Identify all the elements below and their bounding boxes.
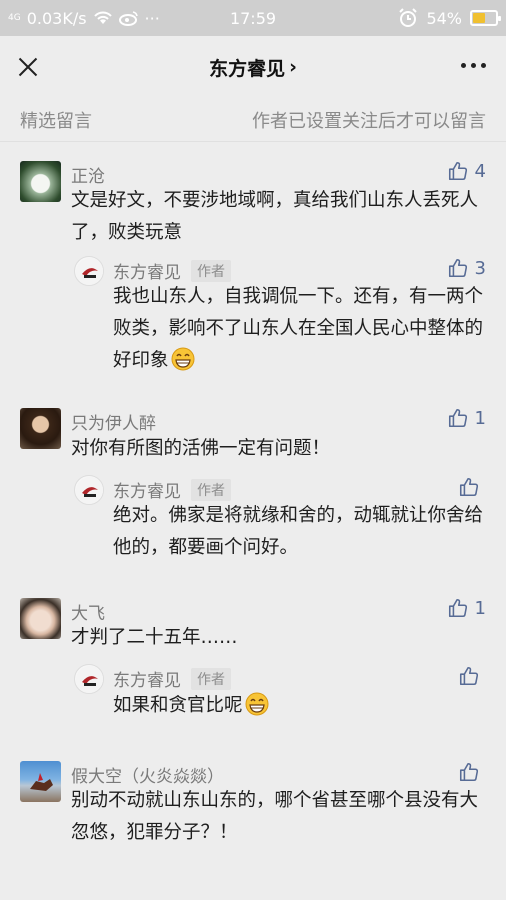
- wifi-icon: [93, 11, 112, 24]
- thumbs-up-icon: [459, 666, 479, 686]
- comment-text: 才判了二十五年……: [71, 627, 238, 648]
- reply-like-button[interactable]: [458, 665, 486, 687]
- reply-author-name: 东方睿见: [113, 671, 181, 691]
- avatar[interactable]: [20, 598, 61, 639]
- more-dots-icon: ···: [144, 8, 160, 28]
- like-count: 1: [474, 407, 486, 429]
- thumbs-up-icon: [459, 477, 479, 497]
- thumbs-up-icon: [448, 258, 467, 278]
- author-tag: 作者: [191, 667, 231, 690]
- reply-text-content: 如果和贪官比呢: [113, 695, 243, 716]
- author-tag: 作者: [191, 259, 231, 282]
- like-button[interactable]: 4: [447, 160, 486, 182]
- thumbs-up-icon: [448, 161, 467, 181]
- comments-header: 精选留言 作者已设置关注后才可以留言: [0, 98, 506, 142]
- network-speed: 0.03K/s: [26, 8, 87, 28]
- like-count: 1: [474, 597, 486, 619]
- author-avatar: [74, 475, 104, 505]
- grin-emoji: [245, 692, 269, 716]
- reply-author-name: 东方睿见: [113, 263, 181, 283]
- status-bar: 4G 0.03K/s ··· 17:59 54%: [0, 0, 506, 36]
- grin-emoji: [171, 347, 195, 371]
- comment-text: 文是好文，不要涉地域啊，真给我们山东人丢死人了，败类玩意: [71, 190, 479, 243]
- close-icon[interactable]: [14, 53, 42, 81]
- reply-text-content: 我也山东人，自我调侃一下。还有，有一两个败类，影响不了山东人在全国人民心中整体的…: [113, 286, 484, 371]
- reply-text: 如果和贪官比呢: [113, 690, 483, 722]
- reply-like-button[interactable]: [458, 476, 486, 498]
- avatar[interactable]: [20, 761, 61, 802]
- like-button[interactable]: 1: [447, 407, 486, 429]
- more-icon[interactable]: [461, 63, 486, 68]
- thumbs-up-icon: [448, 598, 467, 618]
- account-name: 东方睿见: [209, 57, 286, 80]
- like-count: 3: [474, 257, 486, 279]
- avatar[interactable]: [20, 161, 61, 202]
- reply-like-button[interactable]: 3: [447, 257, 486, 279]
- commenter-name[interactable]: 正沧: [71, 162, 105, 187]
- comment-text: 别动不动就山东山东的，哪个省甚至哪个县没有大忽悠，犯罪分子？！: [71, 790, 479, 843]
- page-title[interactable]: 东方睿见 ›: [209, 54, 297, 81]
- author-avatar: [74, 256, 104, 286]
- battery-icon: [470, 10, 501, 26]
- author-tag: 作者: [191, 478, 231, 501]
- reply-text: 我也山东人，自我调侃一下。还有，有一两个败类，影响不了山东人在全国人民心中整体的…: [113, 281, 483, 377]
- like-count: 4: [474, 160, 486, 182]
- commenter-name[interactable]: 假大空（火炎焱燚）: [71, 762, 224, 787]
- comment-text: 对你有所图的活佛一定有问题！: [71, 438, 331, 459]
- nav-bar: 东方睿见 ›: [0, 36, 506, 98]
- commenter-name[interactable]: 大飞: [71, 599, 105, 624]
- chevron-right-icon: ›: [289, 56, 297, 78]
- thumbs-up-icon: [459, 762, 479, 782]
- reply-text: 绝对。佛家是将就缘和舍的，动辄就让你舍给他的，都要画个问好。: [113, 505, 484, 558]
- author-avatar: [74, 664, 104, 694]
- like-button[interactable]: [458, 761, 486, 783]
- battery-percent: 54%: [426, 8, 462, 28]
- weibo-icon: [118, 11, 138, 26]
- like-button[interactable]: 1: [447, 597, 486, 619]
- thumbs-up-icon: [448, 408, 467, 428]
- alarm-icon: [399, 8, 418, 27]
- follow-to-comment-notice: 作者已设置关注后才可以留言: [252, 110, 486, 132]
- signal-icon: 4G: [8, 12, 21, 23]
- featured-comments-label: 精选留言: [20, 110, 92, 132]
- commenter-name[interactable]: 只为伊人醉: [71, 409, 156, 434]
- reply-author-name: 东方睿见: [113, 482, 181, 502]
- avatar[interactable]: [20, 408, 61, 449]
